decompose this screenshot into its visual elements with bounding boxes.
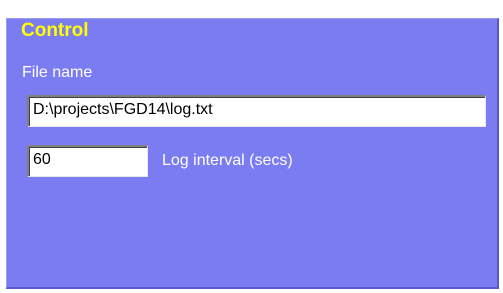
log-interval-label: Log interval (secs) bbox=[162, 152, 293, 169]
file-name-input[interactable]: D:\projects\FGD14\log.txt bbox=[27, 95, 486, 127]
control-title: Control bbox=[21, 20, 89, 41]
log-interval-input[interactable]: 60 bbox=[27, 145, 148, 177]
file-name-label: File name bbox=[22, 64, 93, 81]
